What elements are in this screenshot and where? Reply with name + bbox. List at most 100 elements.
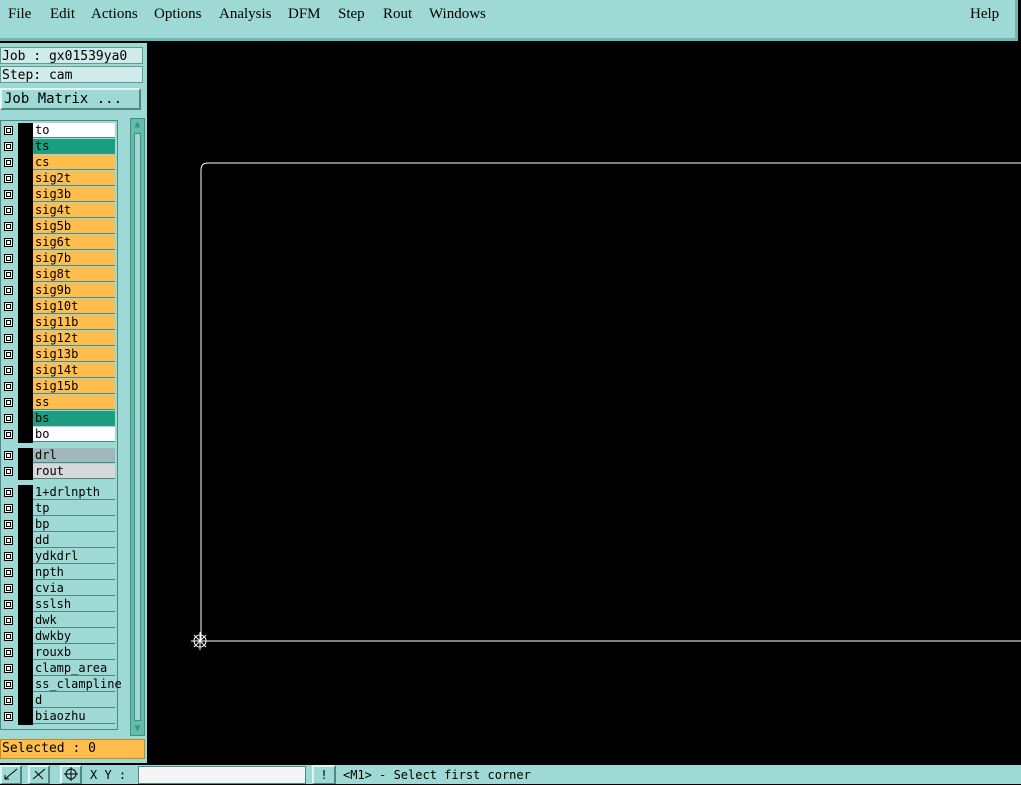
layer-name[interactable]: cvia [33, 581, 115, 596]
layer-name[interactable]: sig2t [33, 171, 115, 186]
layer-checkbox[interactable] [4, 680, 13, 689]
layer-checkbox[interactable] [4, 536, 13, 545]
layer-row[interactable]: bp [1, 517, 119, 533]
layer-name[interactable]: tp [33, 501, 115, 516]
layer-row[interactable]: 1+drlnpth [1, 485, 119, 501]
layer-row[interactable]: sig6t [1, 235, 119, 251]
scroll-track[interactable] [134, 133, 141, 721]
menu-analysis[interactable]: Analysis [219, 6, 272, 23]
layer-row[interactable]: sig5b [1, 219, 119, 235]
layer-name[interactable]: sig4t [33, 203, 115, 218]
layer-name[interactable]: sig8t [33, 267, 115, 282]
scroll-up-icon[interactable]: ▲ [132, 119, 143, 131]
layer-name[interactable]: rouxb [33, 645, 115, 660]
layer-row[interactable]: d [1, 693, 119, 709]
layer-name[interactable]: sig9b [33, 283, 115, 298]
layer-name[interactable]: ss_clampline [33, 677, 122, 692]
layer-row[interactable]: bo [1, 427, 119, 443]
layer-checkbox[interactable] [4, 174, 13, 183]
layer-row[interactable]: dd [1, 533, 119, 549]
layer-name[interactable]: sig7b [33, 251, 115, 266]
layer-row[interactable]: tp [1, 501, 119, 517]
menu-file[interactable]: File [8, 6, 31, 23]
layer-row[interactable]: biaozhu [1, 709, 119, 725]
grid-icon[interactable] [60, 765, 82, 784]
layer-checkbox[interactable] [4, 632, 13, 641]
layer-row[interactable]: npth [1, 565, 119, 581]
layer-checkbox[interactable] [4, 254, 13, 263]
layer-row[interactable]: sig2t [1, 171, 119, 187]
layer-checkbox[interactable] [4, 158, 13, 167]
menu-actions[interactable]: Actions [91, 6, 138, 23]
layer-row[interactable]: sig4t [1, 203, 119, 219]
layer-row[interactable]: bs [1, 411, 119, 427]
layer-row[interactable]: sig12t [1, 331, 119, 347]
job-matrix-button[interactable]: Job Matrix ... [0, 88, 141, 110]
layer-checkbox[interactable] [4, 350, 13, 359]
layer-checkbox[interactable] [4, 238, 13, 247]
layer-row[interactable]: sig7b [1, 251, 119, 267]
layer-row[interactable]: clamp_area [1, 661, 119, 677]
layer-checkbox[interactable] [4, 398, 13, 407]
menu-dfm[interactable]: DFM [288, 6, 321, 23]
layer-row[interactable]: sig14t [1, 363, 119, 379]
layer-row[interactable]: sig9b [1, 283, 119, 299]
layer-checkbox[interactable] [4, 648, 13, 657]
layer-name[interactable]: rout [33, 464, 115, 479]
layer-row[interactable]: sslsh [1, 597, 119, 613]
layer-row[interactable]: ts [1, 139, 119, 155]
layer-row[interactable]: rouxb [1, 645, 119, 661]
graphics-canvas[interactable] [147, 43, 1021, 763]
layer-name[interactable]: clamp_area [33, 661, 115, 676]
layer-name[interactable]: sig12t [33, 331, 115, 346]
menu-rout[interactable]: Rout [383, 6, 412, 23]
layer-checkbox[interactable] [4, 126, 13, 135]
layer-row[interactable]: sig11b [1, 315, 119, 331]
layer-row[interactable]: ss [1, 395, 119, 411]
xy-input[interactable] [138, 766, 306, 784]
layer-name[interactable]: sig3b [33, 187, 115, 202]
menu-step[interactable]: Step [338, 6, 365, 23]
layer-name[interactable]: bo [33, 427, 115, 442]
layer-name[interactable]: 1+drlnpth [33, 485, 115, 500]
menu-help[interactable]: Help [970, 6, 999, 23]
layer-checkbox[interactable] [4, 552, 13, 561]
layer-name[interactable]: dd [33, 533, 115, 548]
layer-checkbox[interactable] [4, 584, 13, 593]
zoom-fit-icon[interactable] [0, 765, 22, 784]
layer-name[interactable]: d [33, 693, 115, 708]
menu-windows[interactable]: Windows [429, 6, 486, 23]
layer-row[interactable]: dwkby [1, 629, 119, 645]
layer-checkbox[interactable] [4, 142, 13, 151]
layer-checkbox[interactable] [4, 286, 13, 295]
layer-name[interactable]: cs [33, 155, 115, 170]
layer-row[interactable]: cvia [1, 581, 119, 597]
layer-checkbox[interactable] [4, 414, 13, 423]
layer-checkbox[interactable] [4, 616, 13, 625]
layer-checkbox[interactable] [4, 504, 13, 513]
layer-row[interactable]: ss_clampline [1, 677, 122, 693]
layer-name[interactable]: sig13b [33, 347, 115, 362]
layer-checkbox[interactable] [4, 664, 13, 673]
layer-checkbox[interactable] [4, 712, 13, 721]
layer-checkbox[interactable] [4, 334, 13, 343]
layer-name[interactable]: sig15b [33, 379, 115, 394]
snap-icon[interactable] [28, 765, 50, 784]
layer-row[interactable]: cs [1, 155, 119, 171]
layer-checkbox[interactable] [4, 382, 13, 391]
alert-icon[interactable]: ! [312, 765, 336, 784]
layer-checkbox[interactable] [4, 318, 13, 327]
layer-checkbox[interactable] [4, 520, 13, 529]
layer-checkbox[interactable] [4, 568, 13, 577]
layer-checkbox[interactable] [4, 430, 13, 439]
layer-name[interactable]: sig5b [33, 219, 115, 234]
layer-name[interactable]: biaozhu [33, 709, 115, 724]
layer-name[interactable]: sig6t [33, 235, 115, 250]
layer-name[interactable]: sig11b [33, 315, 115, 330]
layer-name[interactable]: sslsh [33, 597, 115, 612]
layer-checkbox[interactable] [4, 302, 13, 311]
layer-name[interactable]: to [33, 123, 115, 138]
layer-checkbox[interactable] [4, 467, 13, 476]
layer-name[interactable]: sig14t [33, 363, 115, 378]
layer-row[interactable]: sig3b [1, 187, 119, 203]
